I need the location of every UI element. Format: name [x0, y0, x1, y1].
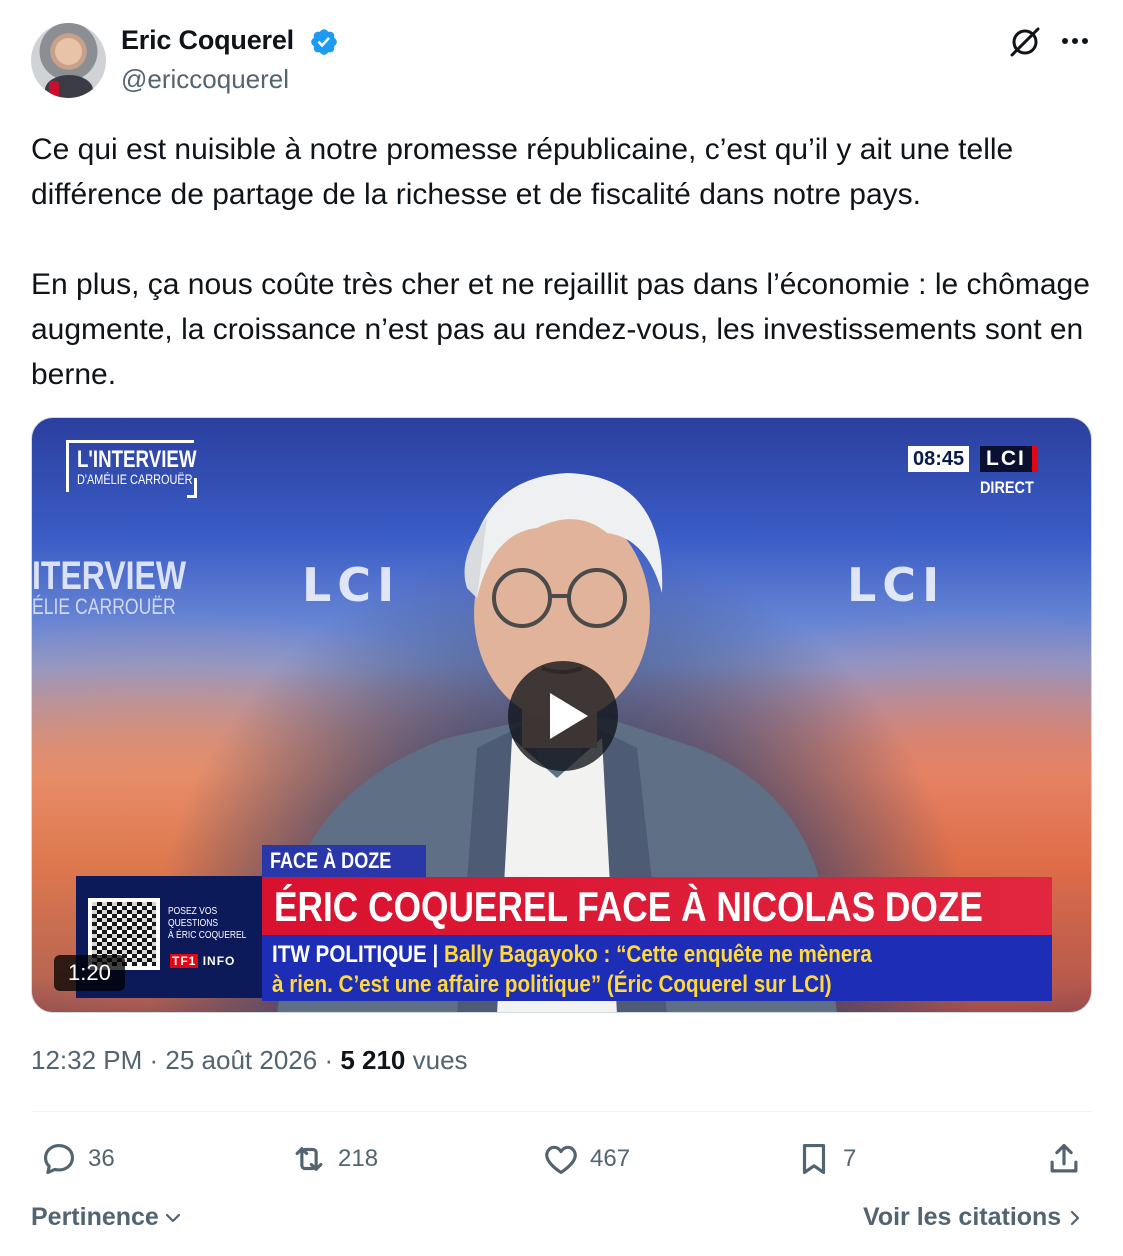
- chevron-right-icon: [1071, 1210, 1080, 1225]
- channel-logo: LCI: [980, 446, 1038, 472]
- verified-badge-icon: [311, 29, 337, 55]
- author-name[interactable]: Eric Coquerel: [121, 25, 294, 56]
- background-interview-subtext: ÉLIE CARROUËR: [32, 594, 176, 619]
- segment-tag: FACE À DOZE: [262, 845, 426, 877]
- divider: [31, 1111, 1092, 1112]
- repost-count: 218: [338, 1145, 379, 1172]
- bookmark-icon: [802, 1143, 826, 1175]
- like-count: 467: [590, 1145, 631, 1172]
- tweet-date[interactable]: 25 août 2026: [165, 1045, 317, 1075]
- chevron-down-icon: [165, 1213, 180, 1222]
- repost-icon: [295, 1147, 323, 1171]
- tweet-meta: 12:32 PM · 25 août 2026 · 5 210 vues: [31, 1045, 468, 1075]
- video-player[interactable]: ITERVIEW ÉLIE CARROUËR LCI LCI L'INTERVI…: [31, 417, 1092, 1013]
- avatar[interactable]: [31, 23, 106, 98]
- author-handle[interactable]: @ericcoquerel: [121, 64, 289, 95]
- background-interview-text: ITERVIEW: [32, 554, 187, 598]
- video-duration: 1:20: [54, 955, 125, 991]
- share-icon: [1050, 1143, 1078, 1173]
- sort-replies-dropdown[interactable]: Pertinence: [31, 1203, 183, 1232]
- bookmark-count: 7: [843, 1145, 857, 1172]
- background-lci-logo: LCI: [847, 558, 946, 612]
- reply-button[interactable]: 36: [40, 1139, 115, 1179]
- share-button[interactable]: [1045, 1139, 1083, 1179]
- tweet-paragraph: En plus, ça nous coûte très cher et ne r…: [31, 268, 1090, 391]
- bookmark-button[interactable]: 7: [795, 1139, 856, 1179]
- interview-logo: L'INTERVIEW D'AMÉLIE CARROUËR: [66, 440, 197, 498]
- reply-count: 36: [88, 1145, 115, 1172]
- like-button[interactable]: 467: [542, 1139, 630, 1179]
- tf1-info-logo: TF1 INFO: [170, 954, 236, 968]
- tweet-time[interactable]: 12:32 PM: [31, 1045, 142, 1075]
- views-label: vues: [405, 1045, 468, 1075]
- grok-icon[interactable]: [1007, 24, 1043, 60]
- views-count: 5 210: [340, 1045, 406, 1075]
- tweet-text: Ce qui est nuisible à notre promesse rép…: [31, 127, 1096, 397]
- live-label: DIRECT: [980, 478, 1034, 497]
- view-quotes-link[interactable]: Voir les citations: [863, 1203, 1085, 1232]
- subtitle-banner: ITW POLITIQUE | Bally Bagayoko : “Cette …: [262, 935, 1052, 1001]
- repost-button[interactable]: 218: [290, 1139, 378, 1179]
- clock-badge: 08:45: [908, 446, 970, 472]
- play-button[interactable]: [508, 661, 618, 771]
- headline-banner: ÉRIC COQUEREL FACE À NICOLAS DOZE: [262, 877, 1052, 935]
- heart-icon: [545, 1145, 577, 1175]
- tweet-paragraph: Ce qui est nuisible à notre promesse rép…: [31, 133, 1014, 211]
- reply-icon: [43, 1143, 75, 1175]
- more-options-icon[interactable]: [1057, 26, 1093, 56]
